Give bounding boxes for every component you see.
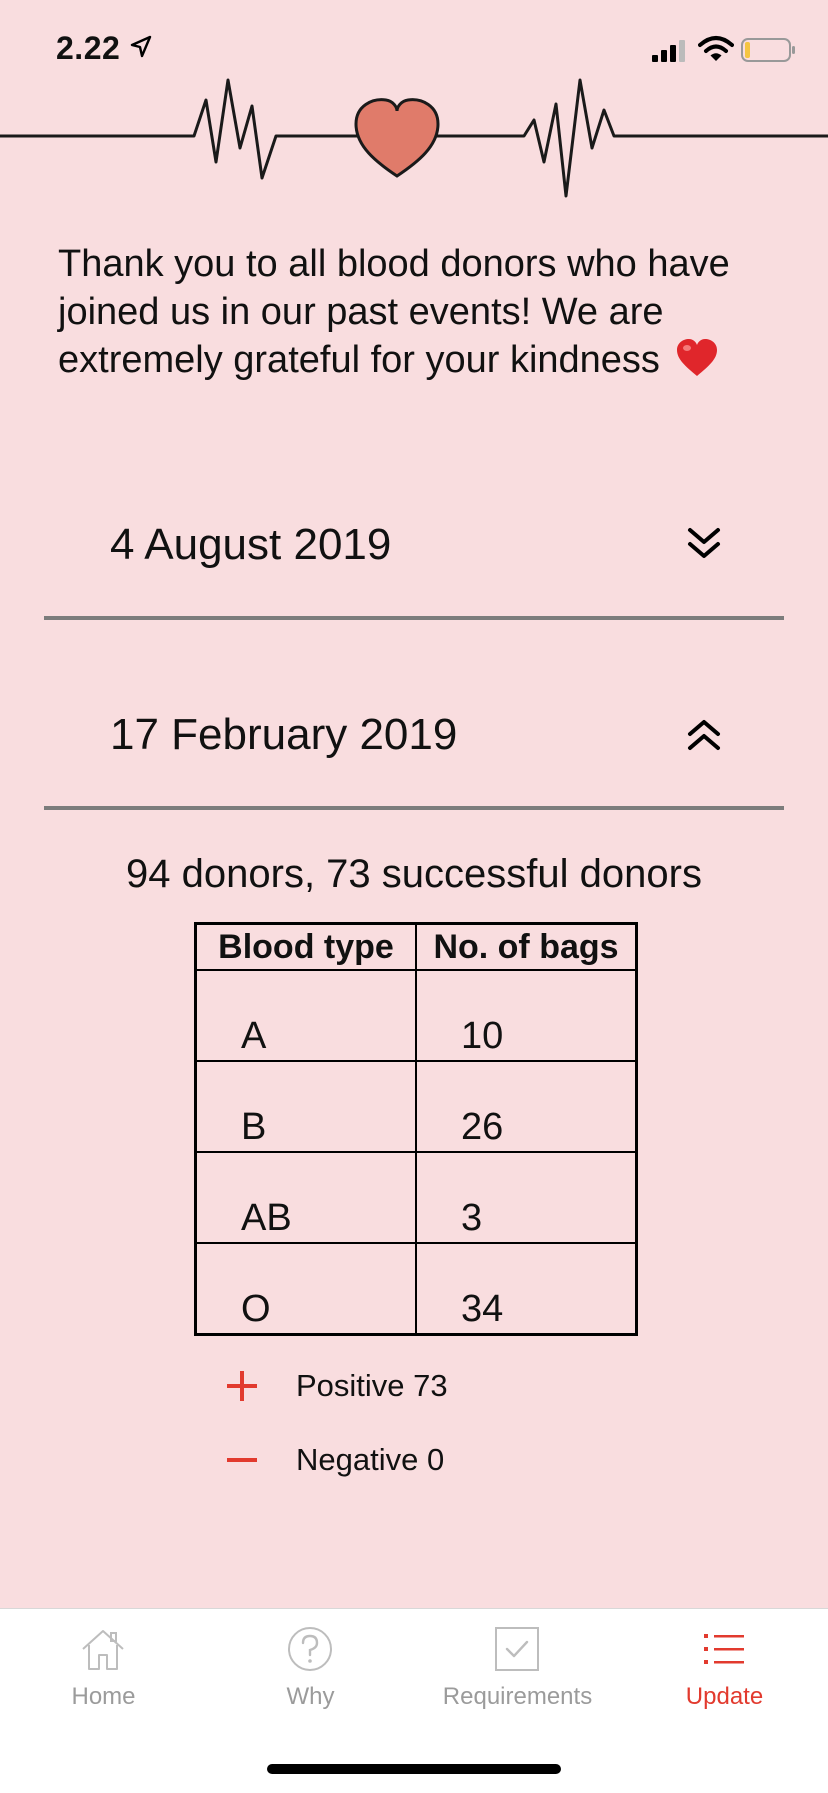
cellular-signal-icon: [652, 40, 685, 62]
heart-icon: [354, 98, 440, 178]
home-indicator[interactable]: [267, 1764, 561, 1774]
table-header-blood-type: Blood type: [194, 922, 417, 971]
status-time: 2.22: [56, 30, 121, 66]
battery-icon: [741, 38, 795, 62]
thank-you-text: Thank you to all blood donors who have j…: [58, 243, 730, 381]
tab-requirements-label: Requirements: [442, 1683, 593, 1710]
question-icon: [288, 1627, 332, 1671]
event-date: 4 August 2019: [110, 520, 392, 569]
blood-type-cell: A: [194, 969, 417, 1062]
wifi-icon: [698, 36, 734, 61]
table-row: O 34: [194, 1242, 638, 1335]
double-chevron-up-icon[interactable]: [684, 714, 724, 754]
blood-type-cell: AB: [194, 1151, 417, 1244]
bags-cell: 34: [415, 1242, 638, 1335]
bags-cell: 10: [415, 969, 638, 1062]
bags-cell: 3: [415, 1151, 638, 1244]
tab-why-label: Why: [286, 1683, 335, 1710]
table-row: A 10: [194, 969, 638, 1062]
table-header-row: Blood type No. of bags: [194, 922, 638, 971]
blood-type-table: Blood type No. of bags A 10 B 26 AB 3 O …: [194, 922, 638, 1336]
thank-you-message: Thank you to all blood donors who have j…: [58, 240, 778, 384]
checkbox-icon: [495, 1627, 539, 1671]
home-icon: [82, 1630, 124, 1670]
event-accordion-aug-2019[interactable]: 4 August 2019: [44, 500, 784, 620]
tab-why[interactable]: Why: [207, 1609, 414, 1729]
heartbeat-banner: [0, 78, 828, 198]
table-row: B 26: [194, 1060, 638, 1153]
table-header-bags: No. of bags: [415, 922, 638, 971]
minus-icon: [227, 1458, 257, 1462]
donor-summary: 94 donors, 73 successful donors: [126, 852, 702, 896]
tab-requirements[interactable]: Requirements: [414, 1609, 621, 1729]
legend-positive-label: Positive 73: [296, 1368, 448, 1403]
legend-negative: Negative 0: [226, 1440, 444, 1480]
bags-cell: 26: [415, 1060, 638, 1153]
red-heart-icon: [676, 339, 717, 376]
location-arrow-icon: [130, 35, 152, 58]
list-icon: [704, 1634, 744, 1664]
tab-update[interactable]: Update: [621, 1609, 828, 1729]
plus-icon: [227, 1371, 257, 1401]
tab-home-label: Home: [71, 1683, 136, 1710]
table-row: AB 3: [194, 1151, 638, 1244]
tab-home[interactable]: Home: [0, 1609, 207, 1729]
tab-update-label: Update: [685, 1683, 764, 1710]
blood-type-cell: O: [194, 1242, 417, 1335]
legend-positive: Positive 73: [226, 1366, 448, 1406]
event-date: 17 February 2019: [110, 710, 458, 759]
event-accordion-feb-2019[interactable]: 17 February 2019: [44, 690, 784, 810]
blood-type-cell: B: [194, 1060, 417, 1153]
legend-negative-label: Negative 0: [296, 1442, 445, 1477]
double-chevron-down-icon[interactable]: [684, 524, 724, 564]
